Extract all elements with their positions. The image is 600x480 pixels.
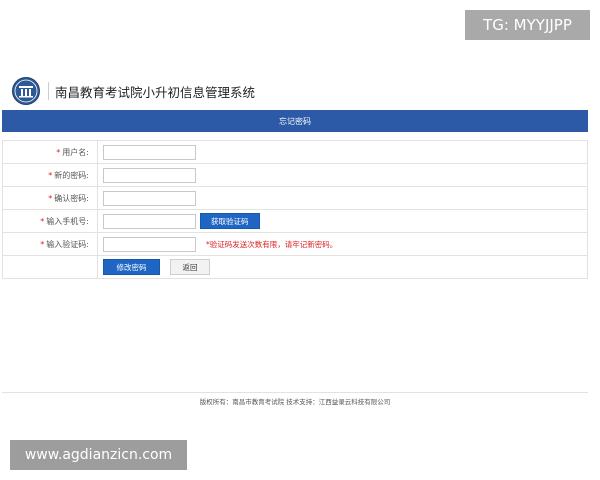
required-mark: * <box>40 239 45 249</box>
code-warning-text: *验证码发送次数有限，请牢记新密码。 <box>206 239 338 249</box>
required-mark: * <box>40 216 45 226</box>
code-label: * 输入验证码: <box>2 232 98 256</box>
watermark: www.agdianzicn.com <box>10 440 187 470</box>
education-exam-emblem-icon <box>12 77 40 105</box>
reset-password-form: * 用户名: * 新的密码: * 确认密码: * 输入手机号: 获取验证码 * 输入验证码… <box>2 140 588 279</box>
form-row-phone: * 输入手机号: 获取验证码 <box>2 209 588 233</box>
footer-divider <box>2 392 588 393</box>
page-title-bar: 忘记密码 <box>2 110 588 132</box>
phone-input[interactable] <box>103 213 196 229</box>
confirm-password-label-text: 确认密码: <box>54 193 89 203</box>
phone-label: * 输入手机号: <box>2 209 98 233</box>
form-row-username: * 用户名: <box>2 140 588 164</box>
tg-badge: TG: MYYJJPP <box>465 10 590 40</box>
site-header: 南昌教育考试院小升初信息管理系统 <box>12 76 255 106</box>
code-input[interactable] <box>103 236 196 252</box>
new-password-input[interactable] <box>103 167 196 183</box>
system-title: 南昌教育考试院小升初信息管理系统 <box>55 84 256 100</box>
page-title: 忘记密码 <box>279 116 311 126</box>
form-row-actions: 修改密码 返回 <box>2 255 588 279</box>
username-input[interactable] <box>103 144 196 160</box>
username-label: * 用户名: <box>2 140 98 164</box>
actions-label-cell <box>2 255 98 279</box>
code-label-text: 输入验证码: <box>46 239 89 249</box>
form-row-code: * 输入验证码: *验证码发送次数有限，请牢记新密码。 <box>2 232 588 256</box>
required-mark: * <box>56 147 61 157</box>
username-label-text: 用户名: <box>62 147 89 157</box>
confirm-password-input[interactable] <box>103 190 196 206</box>
phone-label-text: 输入手机号: <box>46 216 89 226</box>
form-row-confirm-password: * 确认密码: <box>2 186 588 210</box>
new-password-label-text: 新的密码: <box>54 170 89 180</box>
submit-button[interactable]: 修改密码 <box>103 259 160 275</box>
footer-copyright: 版权所有：南昌市教育考试院 技术支持：江西益录云科技有限公司 <box>199 398 391 406</box>
required-mark: * <box>48 193 53 203</box>
get-code-button[interactable]: 获取验证码 <box>200 213 260 229</box>
new-password-label: * 新的密码: <box>2 163 98 187</box>
form-row-new-password: * 新的密码: <box>2 163 588 187</box>
header-divider <box>48 82 49 100</box>
required-mark: * <box>48 170 53 180</box>
confirm-password-label: * 确认密码: <box>2 186 98 210</box>
back-button[interactable]: 返回 <box>170 259 210 275</box>
